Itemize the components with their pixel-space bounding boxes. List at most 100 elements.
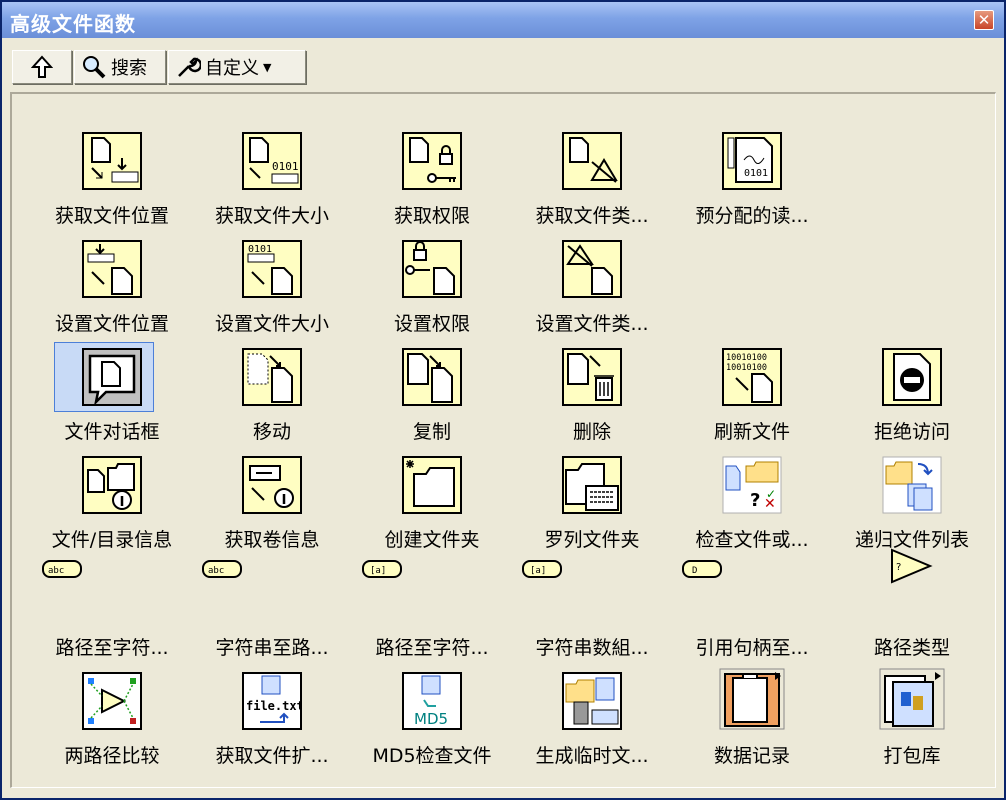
refresh-file[interactable]: 10010100 10010100 刷新文件 [672,310,832,443]
set-file-position[interactable]: 设置文件位置 [32,202,192,335]
trash-icon [562,348,622,406]
search-icon [83,56,106,79]
item-label: 获取文件扩... [215,745,329,767]
path-type[interactable]: ? 路径类型 [832,526,992,659]
svg-text:✓: ✓ [766,487,776,501]
create-temp-file-icon [562,672,622,730]
path-type-icon: ? [891,548,933,584]
set-file-type[interactable]: 设置文件类... [512,202,672,335]
set-file-size[interactable]: 0101 设置文件大小 [192,202,352,335]
check-file-or-folder[interactable]: ? ✕ ✓ 检查文件或... [672,418,832,551]
preallocated-read-icon: 0101 [722,132,782,190]
item-label: 生成临时文... [535,745,649,767]
create-folder-icon [402,456,462,514]
get-volume-info-icon [242,456,302,514]
md5-glyph: MD5 [414,710,448,728]
refnum-to-path[interactable]: D 引用句柄至... [672,526,832,659]
chevron-down-icon: ▼ [263,60,272,74]
bits-glyph-3: 0101 [248,244,272,255]
svg-text:?: ? [896,562,901,573]
file-txt-glyph: file.txt [246,699,302,713]
title-bar[interactable]: 高级文件函数 ✕ [2,2,1004,38]
window-title: 高级文件函数 [10,12,136,36]
path-to-string[interactable]: [a] 路径至字符... [352,526,512,659]
deny-access-icon [882,348,942,406]
copy[interactable]: 复制 [352,310,512,443]
conversion-glyph: abc [208,566,224,576]
string-array-to-path[interactable]: [a] 字符串数組... [512,526,672,659]
get-file-size[interactable]: 0101 获取文件大小 [192,94,352,227]
copy-icon [402,348,462,406]
set-file-size-icon: 0101 [242,240,302,298]
item-label: 两路径比较 [64,745,160,767]
up-button[interactable] [12,50,72,84]
set-file-type-icon [562,240,622,298]
list-folder-icon [562,456,622,514]
zip-subpalette-icon [879,668,945,730]
search-button[interactable]: 搜索 [74,50,166,84]
svg-text:?: ? [750,490,760,511]
deny-access[interactable]: 拒绝访问 [832,310,992,443]
get-file-type-icon [562,132,622,190]
item-label: 数据记录 [713,745,790,767]
zip-library[interactable]: 打包库 [832,634,992,767]
item-label: MD5检查文件 [372,745,492,767]
file-dir-info[interactable]: 文件/目录信息 [32,418,192,551]
conversion-glyph: D [692,566,697,576]
conversion-glyph: [a] [530,566,546,576]
datalog[interactable]: 数据记录 [672,634,832,767]
delete[interactable]: 删除 [512,310,672,443]
path-to-string-icon: abc [42,560,82,578]
bits-glyph-2: 0101 [744,168,768,179]
conversion-glyph: abc [48,566,64,576]
set-permissions[interactable]: 设置权限 [352,202,512,335]
preallocated-read[interactable]: 0101 预分配的读... [672,94,832,227]
datalog-subpalette-icon [719,668,785,730]
bits-glyph: 0101 [272,160,299,173]
up-arrow-icon [31,55,53,78]
create-temp-file[interactable]: 生成临时文... [512,634,672,767]
md5-checksum-icon: MD5 [402,672,462,730]
list-folder[interactable]: 罗列文件夹 [512,418,672,551]
check-file-or-folder-icon: ? ✕ ✓ [722,456,782,514]
file-dir-info-icon [82,456,142,514]
customize-button[interactable]: 自定义 ▼ [168,50,306,84]
file-dialog[interactable]: 文件对话框 [32,310,192,443]
get-permissions[interactable]: 获取权限 [352,94,512,227]
compare-two-paths-icon [82,672,142,730]
get-volume-info[interactable]: 获取卷信息 [192,418,352,551]
get-file-position-icon [82,132,142,190]
get-file-size-icon: 0101 [242,132,302,190]
item-label: 打包库 [883,745,941,767]
move-icon [242,348,302,406]
close-icon[interactable]: ✕ [974,10,994,30]
create-folder[interactable]: 创建文件夹 [352,418,512,551]
bitrow-glyph-2: 10010100 [726,363,767,373]
move[interactable]: 移动 [192,310,352,443]
md5-checksum[interactable]: MD5 MD5检查文件 [352,634,512,767]
get-file-extension[interactable]: file.txt 获取文件扩... [192,634,352,767]
string-array-to-path-icon: [a] [522,560,562,578]
compare-two-paths[interactable]: 两路径比较 [32,634,192,767]
wrench-icon [178,57,201,77]
advanced-file-functions-palette: 高级文件函数 ✕ 搜索 自定义 ▼ 获取文件位置 0101 获取文件大小 获取权… [0,0,1006,800]
get-file-type[interactable]: 获取文件类... [512,94,672,227]
refnum-to-path-icon: D [682,560,722,578]
refresh-file-icon: 10010100 10010100 [722,348,782,406]
bitrow-glyph-1: 10010100 [726,353,767,363]
recursive-file-list[interactable]: 递归文件列表 [832,418,992,551]
file-dialog-icon [82,348,142,406]
set-file-position-icon [82,240,142,298]
get-file-position[interactable]: 获取文件位置 [32,94,192,227]
path-to-string-array[interactable]: abc 路径至字符... [32,526,192,659]
item-label: 预分配的读... [695,205,809,227]
recursive-file-list-icon [882,456,942,514]
search-label: 搜索 [111,58,147,79]
customize-label: 自定义 [205,58,259,79]
string-to-path[interactable]: abc 字符串至路... [192,526,352,659]
get-permissions-icon [402,132,462,190]
set-permissions-icon [402,240,462,298]
conversion-glyph: [a] [370,566,386,576]
string-to-path-icon: abc [202,560,242,578]
palette-toolbar: 搜索 自定义 ▼ [12,50,308,86]
